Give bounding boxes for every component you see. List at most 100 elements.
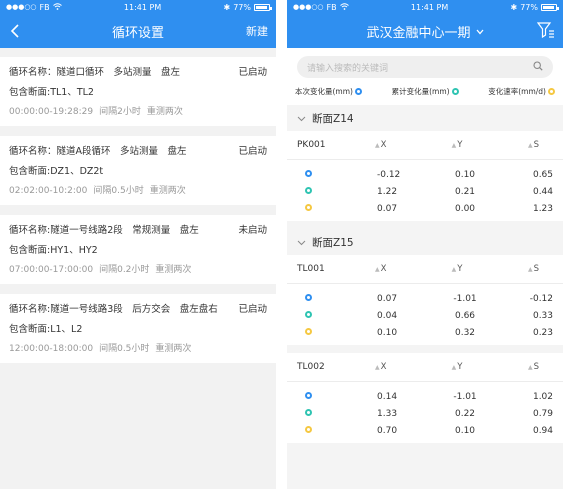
page-title: 循环设置 <box>111 25 164 41</box>
loop-sections: 包含断面:TL1、TL2 <box>9 87 94 98</box>
value-row: 1.33 0.22 0.79 <box>287 405 563 422</box>
search-bar: 请输入搜索的关键词 <box>287 48 563 84</box>
clock: 11:41 PM <box>123 2 162 12</box>
value-row: 0.07 -1.01 -0.12 <box>287 290 563 307</box>
battery-percent: 77% <box>520 2 538 12</box>
monitoring-screen: ●●●○○ FB 11:41 PM ✱ 77% 武汉金融中心一期 请输入搜索的关… <box>287 0 563 489</box>
col-y: ▲Y <box>451 264 463 274</box>
bluetooth-icon: ✱ <box>223 2 231 12</box>
filter-icon[interactable] <box>536 21 555 41</box>
loop-name: 循环名称:隧道一号线路2段 常规测量 盘左 <box>9 225 199 236</box>
loop-name: 循环名称：隧道A段循环 多站测量 盘左 <box>9 146 187 157</box>
left-header: ●●●○○ FB 11:41 PM ✱ 77% 循环设置 新建 <box>0 0 276 48</box>
loop-settings-screen: ●●●○○ FB 11:41 PM ✱ 77% 循环设置 新建 循环名称：隧道口… <box>0 0 276 489</box>
loop-retry: 重测两次 <box>155 344 192 354</box>
point-header: TL001 ▲X ▲Y ▲S <box>287 255 563 284</box>
status-bar: ●●●○○ FB 11:41 PM ✱ 77% <box>287 0 563 14</box>
loop-interval: 间隔2小时 <box>99 107 141 117</box>
loop-time: 00:00:00-19:28:29 <box>9 107 94 117</box>
point-name: TL002 <box>297 362 325 372</box>
loop-list: 循环名称：隧道口循环 多站测量 盘左 已启动 包含断面:TL1、TL2 00:00… <box>0 48 276 363</box>
point-name: PK001 <box>297 140 326 150</box>
loop-retry: 重测两次 <box>155 265 192 275</box>
carrier-label: FB <box>39 2 50 12</box>
search-placeholder: 请输入搜索的关键词 <box>307 63 389 74</box>
col-s: ▲S <box>527 362 540 372</box>
loop-status: 未启动 <box>238 225 267 236</box>
yellow-dot-icon <box>547 88 555 95</box>
col-s: ▲S <box>527 140 540 150</box>
col-x: ▲X <box>375 362 387 372</box>
signal-icon: ●●●○○ <box>293 3 324 11</box>
loop-name: 循环名称：隧道口循环 多站测量 盘左 <box>9 67 181 78</box>
point-block: TL001 ▲X ▲Y ▲S 0.07 -1.01 -0.12 0.04 0.66 0.… <box>287 255 563 345</box>
col-y: ▲Y <box>451 362 463 372</box>
blue-dot-icon <box>305 293 312 301</box>
blue-dot-icon <box>305 169 312 177</box>
loop-time: 07:00:00-17:00:00 <box>9 265 94 275</box>
col-x: ▲X <box>375 264 387 274</box>
loop-name: 循环名称:隧道一号线路3段 后方交会 盘左盘右 <box>9 304 218 315</box>
value-row: -0.12 0.10 0.65 <box>287 166 563 183</box>
loop-card[interactable]: 循环名称:隧道一号线路2段 常规测量 盘左 未启动 包含断面:HY1、HY2 07… <box>0 215 276 284</box>
wifi-icon <box>339 2 349 12</box>
clock: 11:41 PM <box>410 2 449 12</box>
loop-status: 已启动 <box>238 67 267 78</box>
loop-card[interactable]: 循环名称:隧道一号线路3段 后方交会 盘左盘右 已启动 包含断面:L1、L2 12… <box>0 294 276 363</box>
legend-item-cumulative: 累计变化量(mm) <box>392 86 459 97</box>
battery-percent: 77% <box>233 2 251 12</box>
yellow-dot-icon <box>305 327 312 335</box>
green-dot-icon <box>305 310 312 318</box>
chevron-down-icon <box>476 24 484 39</box>
green-dot-icon <box>305 186 312 194</box>
loop-retry: 重测两次 <box>149 186 186 196</box>
legend: 本次变化量(mm) 累计变化量(mm) 变化速率(mm/d) <box>287 84 563 105</box>
loop-interval: 间隔0.5小时 <box>93 186 144 196</box>
loop-sections: 包含断面:DZ1、DZ2t <box>9 166 104 177</box>
loop-time: 12:00:00-18:00:00 <box>9 344 94 354</box>
chevron-down-icon <box>297 240 306 245</box>
loop-sections: 包含断面:HY1、HY2 <box>9 245 98 256</box>
section-name: 断面Z15 <box>312 236 354 249</box>
yellow-dot-icon <box>305 425 312 433</box>
col-s: ▲S <box>527 264 540 274</box>
green-dot-icon <box>451 88 459 95</box>
section-header[interactable]: 断面Z14 <box>287 105 563 131</box>
value-row: 0.14 -1.01 1.02 <box>287 388 563 405</box>
new-button[interactable]: 新建 <box>246 23 268 39</box>
section-header[interactable]: 断面Z15 <box>287 229 563 255</box>
loop-card[interactable]: 循环名称：隧道口循环 多站测量 盘左 已启动 包含断面:TL1、TL2 00:00… <box>0 57 276 126</box>
point-header: PK001 ▲X ▲Y ▲S <box>287 131 563 160</box>
loop-card[interactable]: 循环名称：隧道A段循环 多站测量 盘左 已启动 包含断面:DZ1、DZ2t 02:… <box>0 136 276 205</box>
point-header: TL002 ▲X ▲Y ▲S <box>287 353 563 382</box>
search-icon[interactable] <box>533 60 543 74</box>
loop-status: 已启动 <box>238 304 267 315</box>
col-x: ▲X <box>375 140 387 150</box>
search-input[interactable]: 请输入搜索的关键词 <box>297 56 553 78</box>
loop-interval: 间隔0.2小时 <box>99 265 150 275</box>
legend-item-current: 本次变化量(mm) <box>295 86 362 97</box>
blue-dot-icon <box>354 88 362 95</box>
chevron-down-icon <box>297 116 306 121</box>
value-row: 0.04 0.66 0.33 <box>287 307 563 324</box>
green-dot-icon <box>305 408 312 416</box>
battery-icon <box>253 3 272 11</box>
right-header: ●●●○○ FB 11:41 PM ✱ 77% 武汉金融中心一期 <box>287 0 563 48</box>
blue-dot-icon <box>305 391 312 399</box>
value-row: 0.10 0.32 0.23 <box>287 324 563 341</box>
bluetooth-icon: ✱ <box>510 2 518 12</box>
page-title: 武汉金融中心一期 <box>366 25 471 41</box>
project-selector[interactable]: 武汉金融中心一期 <box>366 22 483 41</box>
point-name: TL001 <box>297 264 325 274</box>
loop-time: 02:02:00-10:2:00 <box>9 186 88 196</box>
loop-status: 已启动 <box>238 146 267 157</box>
loop-interval: 间隔0.5小时 <box>99 344 150 354</box>
carrier-label: FB <box>326 2 337 12</box>
battery-icon <box>540 3 559 11</box>
nav-bar: 武汉金融中心一期 <box>287 14 563 48</box>
section-name: 断面Z14 <box>312 112 354 125</box>
back-arrow-icon[interactable] <box>8 23 24 39</box>
yellow-dot-icon <box>305 203 312 211</box>
point-block: PK001 ▲X ▲Y ▲S -0.12 0.10 0.65 1.22 0.21 0.4… <box>287 131 563 221</box>
loop-retry: 重测两次 <box>146 107 183 117</box>
